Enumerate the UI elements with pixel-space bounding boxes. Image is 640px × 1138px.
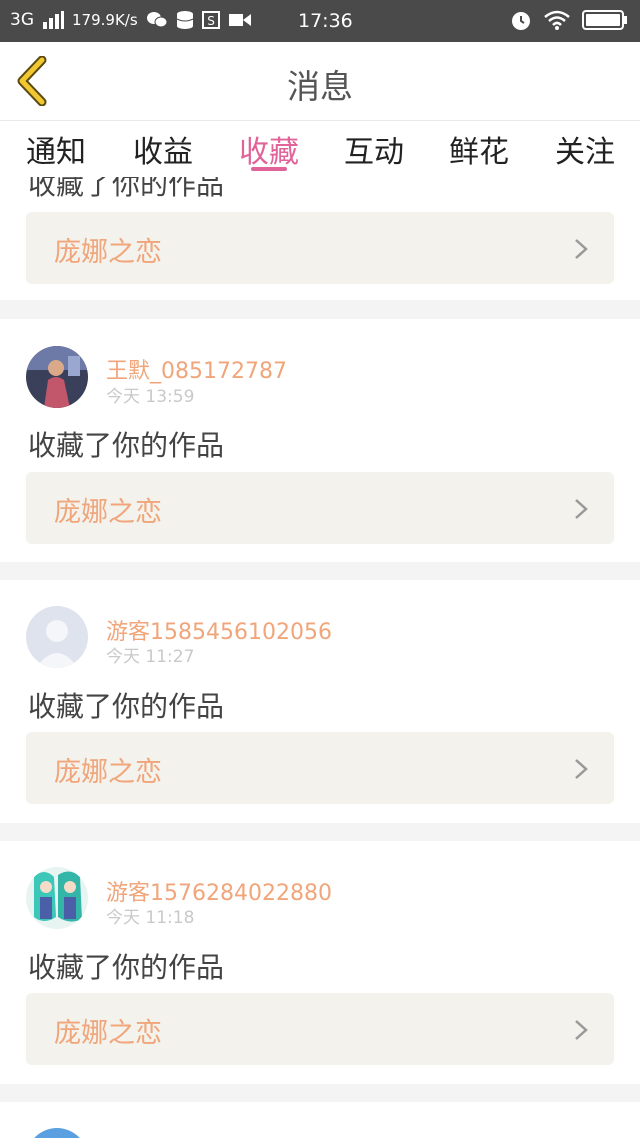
page-title: 消息 [287, 67, 353, 106]
tab-flowers[interactable]: 鲜花 [449, 127, 509, 171]
photo-avatar-icon [26, 346, 88, 408]
list-item [0, 1102, 640, 1138]
chevron-right-icon [575, 499, 588, 519]
work-link[interactable]: 庞娜之恋 [26, 993, 614, 1065]
work-title: 庞娜之恋 [54, 757, 162, 788]
username[interactable]: 王默_085172787 [106, 353, 287, 385]
status-bar: 3G 179.9K/s S 17:36 [0, 0, 640, 42]
tab-earnings[interactable]: 收益 [133, 127, 193, 171]
list-item: 王默_085172787 今天 13:59 收藏了你的作品 庞娜之恋 [0, 319, 640, 562]
work-link[interactable]: 庞娜之恋 [26, 212, 614, 284]
navigation-bar: 消息 [0, 42, 640, 121]
action-text: 收藏了你的作品 [28, 429, 225, 462]
wifi-icon [544, 10, 570, 30]
tab-interactions[interactable]: 互动 [344, 127, 404, 171]
chevron-right-icon [575, 239, 588, 259]
chevron-right-icon [575, 1020, 588, 1040]
timestamp: 今天 11:27 [106, 647, 195, 667]
tab-follows[interactable]: 关注 [555, 127, 615, 171]
battery-icon [582, 9, 628, 31]
default-avatar-icon [26, 606, 88, 668]
tab-bar: 通知 收益 收藏 互动 鲜花 关注 [0, 121, 640, 173]
timestamp: 今天 13:59 [106, 387, 195, 407]
clock: 17:36 [298, 10, 353, 32]
work-title: 庞娜之恋 [54, 1018, 162, 1049]
work-link[interactable]: 庞娜之恋 [26, 732, 614, 804]
list-item: 游客1576284022880 今天 11:18 收藏了你的作品 庞娜之恋 [0, 841, 640, 1084]
tab-notifications[interactable]: 通知 [26, 127, 86, 171]
avatar[interactable] [26, 346, 88, 408]
status-right [510, 9, 628, 31]
status-left: 3G 179.9K/s S [10, 10, 252, 30]
timestamp: 今天 11:18 [106, 908, 195, 928]
svg-text:S: S [207, 14, 215, 28]
action-text: 收藏了你的作品 [28, 951, 225, 984]
avatar[interactable] [26, 1128, 88, 1138]
list-item: 收藏了你的作品 庞娜之恋 [0, 173, 640, 300]
tab-favorites[interactable]: 收藏 [239, 127, 299, 171]
network-speed: 179.9K/s [72, 11, 138, 29]
action-text: 收藏了你的作品 [28, 173, 225, 201]
avatar[interactable] [26, 867, 88, 929]
avatar-icon [26, 1128, 88, 1138]
list-item: 游客1585456102056 今天 11:27 收藏了你的作品 庞娜之恋 [0, 580, 640, 823]
alarm-icon [510, 9, 532, 31]
active-tab-indicator [251, 167, 287, 171]
chevron-right-icon [575, 759, 588, 779]
anime-avatar-icon [26, 867, 88, 929]
signal-icon [42, 11, 64, 29]
database-icon [176, 11, 194, 29]
wechat-icon [146, 11, 168, 29]
video-icon [228, 11, 252, 29]
work-title: 庞娜之恋 [54, 237, 162, 268]
avatar[interactable] [26, 606, 88, 668]
message-list[interactable]: 收藏了你的作品 庞娜之恋 王默_085172787 今天 13:59 收藏了你的… [0, 173, 640, 1138]
action-text: 收藏了你的作品 [28, 690, 225, 723]
s-app-icon: S [201, 11, 220, 29]
work-title: 庞娜之恋 [54, 497, 162, 528]
network-type: 3G [10, 10, 34, 30]
work-link[interactable]: 庞娜之恋 [26, 472, 614, 544]
